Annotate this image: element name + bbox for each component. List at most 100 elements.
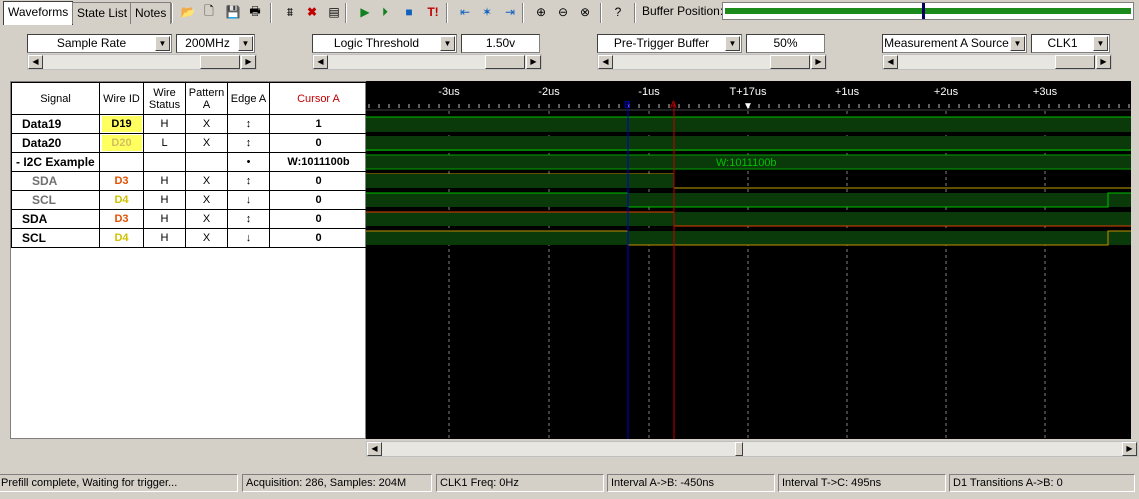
- bus-setup-icon[interactable]: ⩩: [281, 3, 299, 21]
- zoom-out-icon[interactable]: ⊖: [554, 3, 572, 21]
- scroll-left-icon[interactable]: ◀: [313, 55, 328, 69]
- cell-edge[interactable]: ↕: [227, 133, 270, 153]
- zoom-in-icon[interactable]: ⊕: [532, 3, 550, 21]
- cell-edge[interactable]: ↓: [227, 228, 270, 248]
- cell-cursor[interactable]: 0: [269, 171, 368, 191]
- table-row[interactable]: SCL D4 H X ↓ 0: [11, 228, 368, 248]
- table-row[interactable]: Data20 D20 L X ↕ 0: [11, 133, 368, 153]
- cell-status[interactable]: L: [143, 133, 186, 153]
- scroll-right-icon[interactable]: ▶: [1122, 442, 1137, 456]
- cell-signal[interactable]: - I2C Example: [11, 152, 100, 172]
- cell-cursor[interactable]: 0: [269, 133, 368, 153]
- cell-wire-id[interactable]: [99, 152, 144, 172]
- column-header-wire-id[interactable]: Wire ID: [99, 82, 144, 115]
- chevron-down-icon[interactable]: ▼: [1093, 36, 1108, 51]
- column-header-pattern-a[interactable]: Pattern A: [185, 82, 228, 115]
- cell-status[interactable]: H: [143, 171, 186, 191]
- scroll-right-icon[interactable]: ▶: [241, 55, 256, 69]
- chevron-down-icon[interactable]: ▼: [440, 36, 455, 51]
- cell-status[interactable]: H: [143, 114, 186, 134]
- cell-cursor[interactable]: 1: [269, 114, 368, 134]
- logic-threshold-slider[interactable]: ◀ ▶: [312, 54, 542, 70]
- cell-signal[interactable]: Data20: [11, 133, 100, 153]
- single-run-icon[interactable]: ⏵: [376, 3, 394, 21]
- waveform-canvas[interactable]: -3us -2us -1us T+17us +1us +2us +3us ▼ W:1011100…: [366, 81, 1131, 439]
- table-row[interactable]: SCL D4 H X ↓ 0: [11, 190, 368, 210]
- sample-rate-slider[interactable]: ◀ ▶: [27, 54, 257, 70]
- cell-pattern[interactable]: X: [185, 228, 228, 248]
- table-row[interactable]: Data19 D19 H X ↕ 1: [11, 114, 368, 134]
- scroll-right-icon[interactable]: ▶: [1096, 55, 1111, 69]
- cell-wire-id[interactable]: D4: [99, 190, 144, 210]
- table-row[interactable]: SDA D3 H X ↕ 0: [11, 209, 368, 229]
- help-icon[interactable]: ?: [609, 3, 627, 21]
- scroll-left-icon[interactable]: ◀: [28, 55, 43, 69]
- cell-edge[interactable]: •: [227, 152, 270, 172]
- goto-end-icon[interactable]: ⇥: [501, 3, 519, 21]
- chevron-down-icon[interactable]: ▼: [725, 36, 740, 51]
- tab-notes[interactable]: Notes: [130, 2, 172, 24]
- column-header-signal[interactable]: Signal: [11, 82, 100, 115]
- column-header-wire-status[interactable]: Wire Status: [143, 82, 186, 115]
- run-icon[interactable]: ▶: [356, 3, 374, 21]
- cell-pattern[interactable]: X: [185, 190, 228, 210]
- slider-thumb[interactable]: [1055, 55, 1095, 69]
- cell-edge[interactable]: ↕: [227, 209, 270, 229]
- goto-trigger-icon[interactable]: ✶: [478, 3, 496, 21]
- chevron-down-icon[interactable]: ▼: [155, 36, 170, 51]
- sample-rate-value[interactable]: 200MHz ▼: [176, 34, 255, 53]
- tab-state-list[interactable]: State List: [72, 2, 133, 24]
- pre-trigger-buffer-slider[interactable]: ◀ ▶: [597, 54, 827, 70]
- buffer-position-marker[interactable]: [921, 3, 925, 19]
- cell-pattern[interactable]: X: [185, 133, 228, 153]
- cell-status[interactable]: H: [143, 209, 186, 229]
- column-header-cursor-a[interactable]: Cursor A: [269, 82, 368, 115]
- slider-thumb[interactable]: [200, 55, 240, 69]
- cell-status[interactable]: H: [143, 228, 186, 248]
- column-header-edge-a[interactable]: Edge A: [227, 82, 270, 115]
- save-icon[interactable]: 💾: [224, 3, 242, 21]
- table-row[interactable]: - I2C Example • W:1011100b: [11, 152, 368, 172]
- stop-icon[interactable]: ■: [400, 3, 418, 21]
- chevron-down-icon[interactable]: ▼: [1010, 36, 1025, 51]
- cell-wire-id[interactable]: D3: [99, 171, 144, 191]
- signal-settings-icon[interactable]: ▤: [325, 3, 343, 21]
- chevron-down-icon[interactable]: ▼: [238, 36, 253, 51]
- cell-status[interactable]: H: [143, 190, 186, 210]
- cell-signal[interactable]: SDA: [11, 171, 100, 191]
- delete-bus-icon[interactable]: ✖: [303, 3, 321, 21]
- scroll-left-icon[interactable]: ◀: [598, 55, 613, 69]
- cell-wire-id[interactable]: D4: [99, 228, 144, 248]
- cell-cursor[interactable]: 0: [269, 190, 368, 210]
- pre-trigger-buffer-select[interactable]: Pre-Trigger Buffer ▼: [597, 34, 742, 53]
- scroll-right-icon[interactable]: ▶: [526, 55, 541, 69]
- new-file-icon[interactable]: 🗋: [200, 3, 218, 21]
- cell-status[interactable]: [143, 152, 186, 172]
- scroll-right-icon[interactable]: ▶: [811, 55, 826, 69]
- cell-wire-id[interactable]: D20: [99, 133, 144, 153]
- cell-edge[interactable]: ↕: [227, 171, 270, 191]
- logic-threshold-select[interactable]: Logic Threshold ▼: [312, 34, 457, 53]
- pre-trigger-buffer-value[interactable]: 50%: [746, 34, 825, 53]
- waveform-scrollbar[interactable]: ◀ ▶: [366, 441, 1138, 457]
- cell-pattern[interactable]: X: [185, 209, 228, 229]
- buffer-position-bar[interactable]: [722, 2, 1134, 20]
- sample-rate-select[interactable]: Sample Rate ▼: [27, 34, 172, 53]
- cell-cursor[interactable]: W:1011100b: [269, 152, 368, 172]
- cell-wire-id[interactable]: D19: [99, 114, 144, 134]
- cell-edge[interactable]: ↕: [227, 114, 270, 134]
- cell-cursor[interactable]: 0: [269, 228, 368, 248]
- logic-threshold-value[interactable]: 1.50v: [461, 34, 540, 53]
- trigger-icon[interactable]: T!: [424, 3, 442, 21]
- measurement-a-source-slider[interactable]: ◀ ▶: [882, 54, 1112, 70]
- cell-pattern[interactable]: X: [185, 171, 228, 191]
- scroll-left-icon[interactable]: ◀: [367, 442, 382, 456]
- cell-signal[interactable]: SCL: [11, 190, 100, 210]
- vertical-scrollbar[interactable]: [1131, 81, 1139, 439]
- waveform-display[interactable]: -3us -2us -1us T+17us +1us +2us +3us ▼ W:1011100…: [366, 81, 1131, 439]
- slider-thumb[interactable]: [485, 55, 525, 69]
- cell-pattern[interactable]: X: [185, 114, 228, 134]
- table-row[interactable]: SDA D3 H X ↕ 0: [11, 171, 368, 191]
- cell-signal[interactable]: SDA: [11, 209, 100, 229]
- cell-pattern[interactable]: [185, 152, 228, 172]
